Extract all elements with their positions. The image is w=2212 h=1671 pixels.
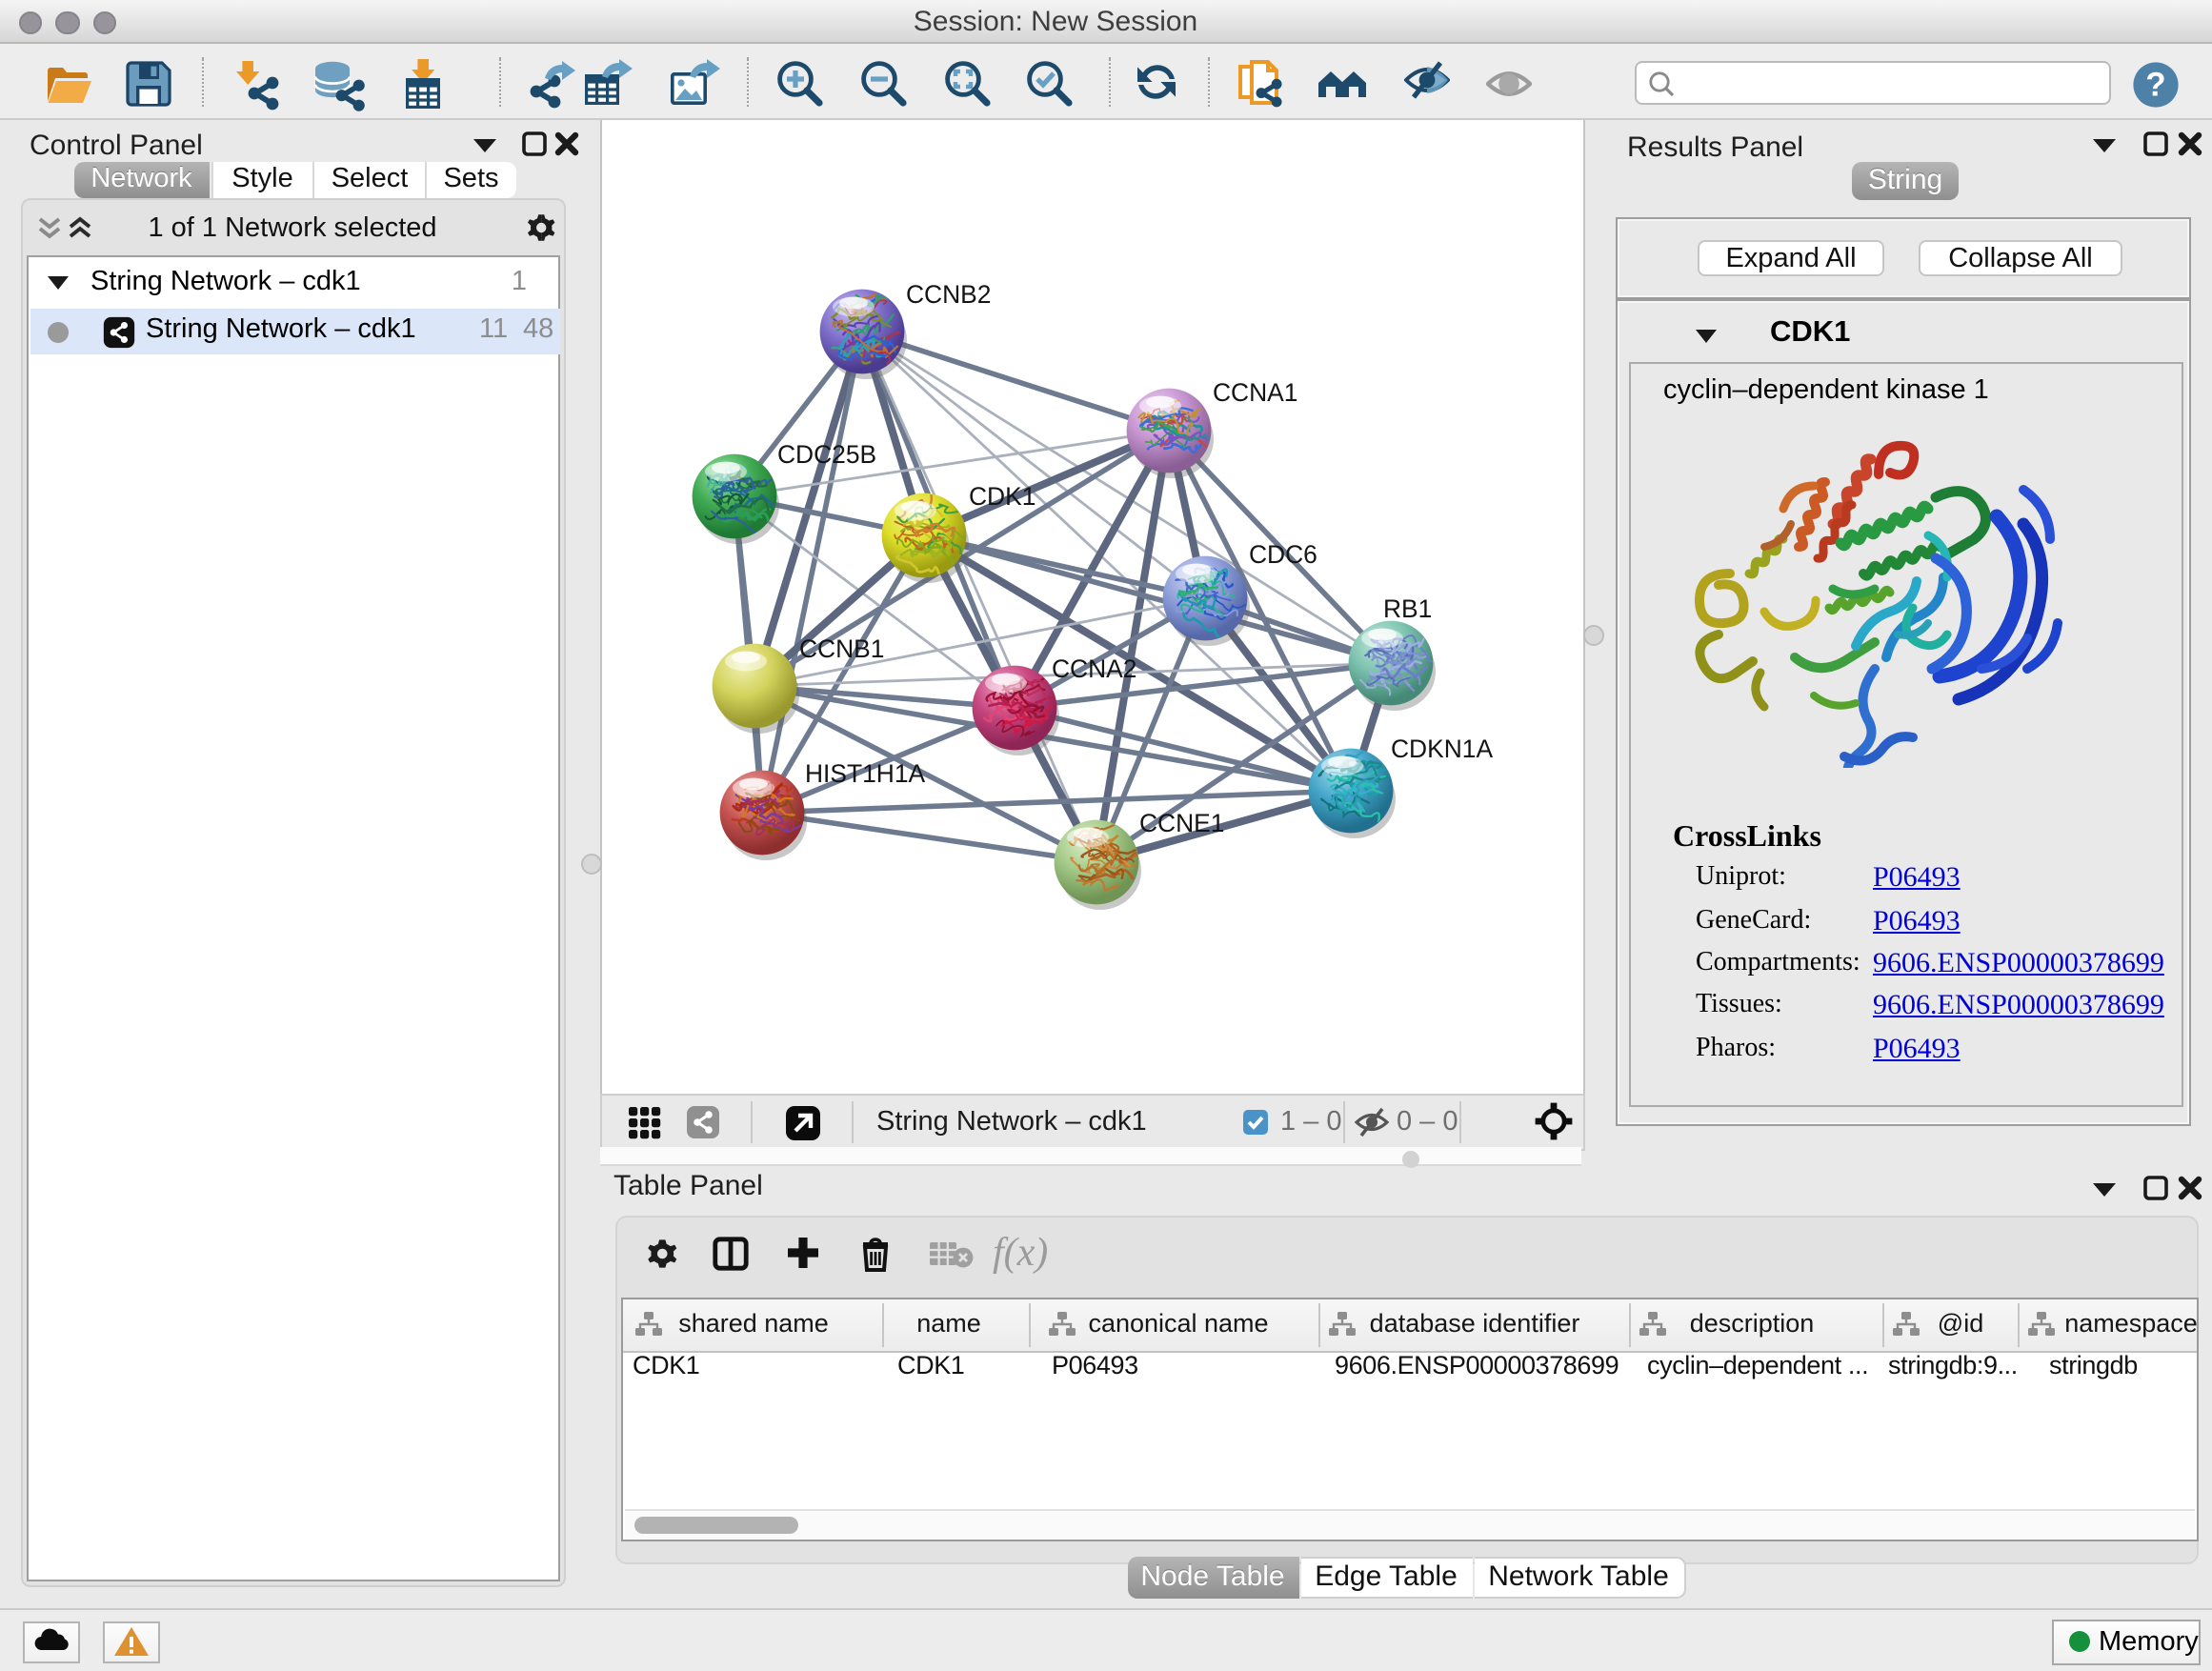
svg-text:CCNA1: CCNA1 bbox=[1213, 378, 1297, 407]
svg-text:HIST1H1A: HIST1H1A bbox=[805, 759, 926, 788]
svg-text:CCNB2: CCNB2 bbox=[906, 280, 991, 309]
svg-text:CCNB1: CCNB1 bbox=[799, 634, 884, 663]
svg-text:CDC25B: CDC25B bbox=[777, 440, 876, 469]
svg-text:CCNE1: CCNE1 bbox=[1139, 809, 1224, 837]
svg-text:?: ? bbox=[2144, 66, 2164, 103]
svg-text:CDC6: CDC6 bbox=[1249, 540, 1317, 569]
svg-text:RB1: RB1 bbox=[1383, 594, 1432, 623]
svg-text:CDKN1A: CDKN1A bbox=[1391, 735, 1493, 763]
svg-text:CCNA2: CCNA2 bbox=[1052, 654, 1136, 683]
svg-text:CDK1: CDK1 bbox=[969, 482, 1036, 511]
